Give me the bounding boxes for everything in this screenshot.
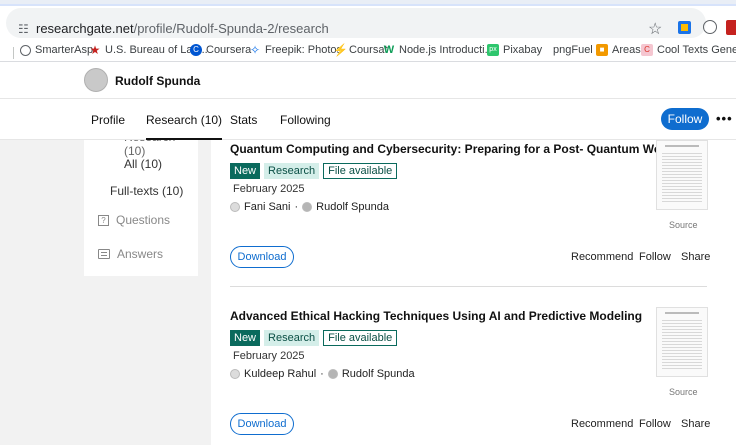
author-separator: ·: [294, 201, 299, 213]
wix-icon: W: [383, 44, 395, 56]
bookmark-nodejs[interactable]: W Node.js Introducti...: [383, 44, 494, 56]
bookmark-pixabay[interactable]: px Pixabay: [487, 44, 542, 56]
publication-badges: New Research File available: [230, 163, 398, 179]
bookmark-smarterasp[interactable]: SmarterAsp: [20, 44, 93, 56]
tab-profile[interactable]: Profile: [91, 113, 125, 127]
star-flag-icon: ★: [89, 43, 101, 57]
bookmark-label: pngFuel: [553, 44, 593, 56]
follow-publication-button[interactable]: Follow: [639, 251, 671, 263]
coursat-icon: ⚡: [333, 43, 348, 57]
bookmark-separator: [13, 47, 14, 59]
sidebar-item-label: Answers: [117, 247, 164, 261]
author-name[interactable]: Fani Sani: [244, 201, 290, 213]
bookmark-pngfuel[interactable]: pngFuel: [553, 44, 593, 56]
badge-research: Research: [264, 330, 320, 346]
bookmark-label: Coursat: [349, 44, 388, 56]
bookmark-label: Areas: [612, 44, 641, 56]
bookmark-label: Node.js Introducti...: [399, 44, 494, 56]
sidebar-item-questions[interactable]: ? Questions: [98, 213, 170, 227]
author-avatar: [327, 369, 338, 379]
sidebar-item-research[interactable]: Research (10): [124, 140, 198, 158]
publication-authors: Fani Sani · Rudolf Spunda: [230, 201, 389, 213]
sidebar-item-label: Questions: [116, 213, 171, 227]
badge-new: New: [230, 163, 261, 179]
badge-file-available: File available: [323, 330, 398, 346]
author-avatar: [230, 369, 240, 379]
publication-title[interactable]: Advanced Ethical Hacking Techniques Usin…: [230, 309, 642, 323]
recommend-button[interactable]: Recommend: [571, 418, 633, 430]
freepik-icon: ✧: [249, 43, 261, 57]
source-label[interactable]: Source: [669, 220, 698, 230]
pixabay-icon: px: [487, 44, 499, 56]
bookmark-coursera[interactable]: C Coursera: [190, 44, 251, 56]
author-name[interactable]: Kuldeep Rahul: [244, 368, 316, 380]
avatar[interactable]: [84, 68, 108, 92]
publication-card: Quantum Computing and Cybersecurity: Pre…: [211, 140, 736, 287]
extension-pdf-icon[interactable]: [726, 20, 736, 35]
publication-list: Quantum Computing and Cybersecurity: Pre…: [211, 140, 736, 445]
download-button[interactable]: Download: [230, 246, 294, 268]
publication-authors: Kuldeep Rahul · Rudolf Spunda: [230, 368, 415, 380]
follow-profile-button[interactable]: Follow: [661, 108, 709, 130]
answer-icon: [98, 249, 110, 259]
sidebar-item-all[interactable]: All (10): [124, 157, 162, 171]
site-info-icon[interactable]: ☷: [18, 22, 29, 36]
globe-icon: [20, 44, 31, 56]
publication-badges: New Research File available: [230, 330, 398, 346]
cooltext-icon: C: [641, 44, 653, 56]
author-avatar: [230, 202, 240, 212]
bookmark-areas[interactable]: ■ Areas: [596, 44, 641, 56]
publication-thumbnail[interactable]: [656, 140, 708, 210]
sidebar-item-answers[interactable]: Answers: [98, 247, 163, 261]
badge-file-available: File available: [323, 163, 398, 179]
sidebar-item-fulltexts[interactable]: Full-texts (10): [110, 184, 183, 198]
publication-date: February 2025: [233, 183, 305, 195]
publication-thumbnail[interactable]: [656, 307, 708, 377]
recommend-button[interactable]: Recommend: [571, 251, 633, 263]
badge-research: Research: [264, 163, 320, 179]
author-name[interactable]: Rudolf Spunda: [342, 368, 415, 380]
publication-title[interactable]: Quantum Computing and Cybersecurity: Pre…: [230, 142, 676, 156]
url-path: /profile/Rudolf-Spunda-2/research: [133, 21, 329, 36]
share-button[interactable]: Share: [681, 418, 710, 430]
bookmark-label: Cool Texts Genera...: [657, 44, 736, 56]
badge-new: New: [230, 330, 261, 346]
bookmarks-bar: SmarterAsp ★ U.S. Bureau of Lab... C Cours…: [0, 40, 736, 62]
extension-circle-icon[interactable]: [703, 20, 717, 34]
publication-card: Advanced Ethical Hacking Techniques Usin…: [211, 307, 736, 445]
bookmark-label: Pixabay: [503, 44, 543, 56]
profile-tabs: Profile Research (10) Stats Following Fo…: [0, 98, 736, 141]
card-divider: [230, 286, 707, 287]
research-sidebar: Research (10) All (10) Full-texts (10) ?…: [84, 140, 198, 276]
author-avatar: [302, 202, 313, 212]
author-separator: ·: [320, 368, 324, 380]
author-name[interactable]: Rudolf Spunda: [316, 201, 389, 213]
follow-publication-button[interactable]: Follow: [639, 418, 671, 430]
address-bar[interactable]: ☷ researchgate.net/profile/Rudolf-Spunda…: [0, 6, 736, 40]
question-icon: ?: [98, 214, 109, 226]
tab-following[interactable]: Following: [280, 113, 331, 127]
bookmark-freepik[interactable]: ✧ Freepik: Photos: [249, 44, 342, 56]
download-button[interactable]: Download: [230, 413, 294, 435]
bookmark-label: Freepik: Photos: [265, 44, 343, 56]
main-area: Research (10) All (10) Full-texts (10) ?…: [0, 140, 736, 445]
source-label[interactable]: Source: [669, 387, 698, 397]
bookmark-cooltext[interactable]: C Cool Texts Genera...: [641, 44, 736, 56]
bookmark-label: Coursera: [206, 44, 252, 56]
coursera-icon: C: [190, 44, 202, 56]
more-options-icon[interactable]: •••: [716, 111, 733, 126]
tab-research[interactable]: Research (10): [146, 113, 223, 141]
publication-date: February 2025: [233, 350, 305, 362]
extension-download-icon[interactable]: [678, 21, 691, 34]
profile-name[interactable]: Rudolf Spunda: [115, 74, 200, 88]
bookmark-star-icon[interactable]: ☆: [648, 19, 662, 39]
bookmark-label: SmarterAsp: [35, 44, 94, 56]
tab-stats[interactable]: Stats: [230, 113, 257, 127]
profile-bar: Rudolf Spunda: [0, 63, 736, 98]
areas-icon: ■: [596, 44, 608, 56]
url-text[interactable]: researchgate.net/profile/Rudolf-Spunda-2…: [36, 21, 329, 36]
url-host: researchgate.net: [36, 21, 134, 36]
bookmark-coursat[interactable]: ⚡ Coursat: [333, 44, 388, 56]
share-button[interactable]: Share: [681, 251, 710, 263]
